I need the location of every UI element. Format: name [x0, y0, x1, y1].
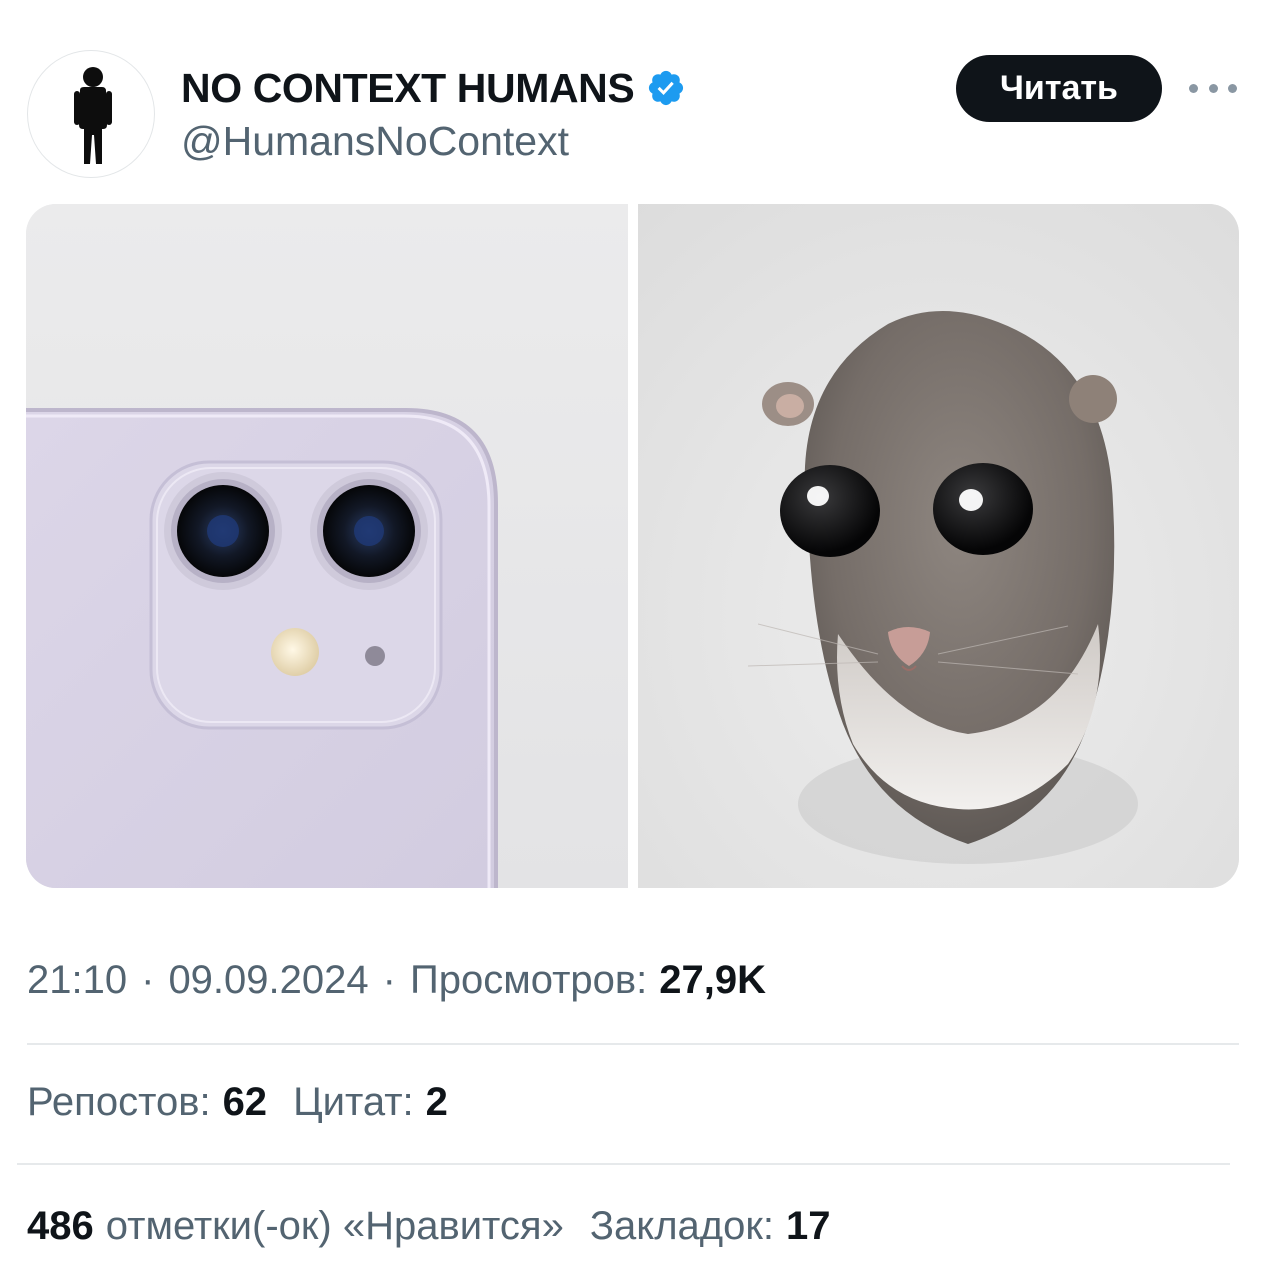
tweet-meta: 21:10 · 09.09.2024 · Просмотров: 27,9K	[27, 958, 766, 1003]
author-name-row: NO CONTEXT HUMANS	[181, 62, 686, 114]
separator-dot: ·	[382, 958, 396, 1002]
author-handle[interactable]: @HumansNoContext	[181, 118, 569, 165]
bookmarks-label: Закладок:	[589, 1204, 774, 1248]
stats-row-reposts: Репостов: 62 Цитат: 2	[27, 1080, 448, 1125]
quotes-stat[interactable]: Цитат: 2	[293, 1080, 448, 1125]
bookmarks-count: 17	[785, 1204, 831, 1248]
reposts-label: Репостов:	[27, 1080, 211, 1124]
avatar[interactable]	[27, 50, 155, 178]
likes-count: 486	[27, 1204, 94, 1248]
separator-dot: ·	[141, 958, 155, 1002]
tweet-media[interactable]	[26, 204, 1239, 888]
follow-button[interactable]: Читать	[956, 55, 1162, 122]
media-image-hamster[interactable]	[638, 204, 1239, 888]
verified-badge-icon[interactable]	[646, 68, 686, 108]
quotes-count: 2	[425, 1080, 448, 1124]
author-display-name[interactable]: NO CONTEXT HUMANS	[181, 65, 635, 112]
divider	[27, 1043, 1239, 1045]
reposts-stat[interactable]: Репостов: 62	[27, 1080, 267, 1125]
dot	[1228, 83, 1237, 93]
reposts-count: 62	[222, 1080, 268, 1124]
standing-person-icon	[74, 67, 112, 164]
dot	[1208, 83, 1218, 93]
views-value: 27,9K	[659, 958, 767, 1002]
tweet-time[interactable]: 21:10	[27, 958, 127, 1003]
divider	[17, 1163, 1230, 1165]
tweet-header: NO CONTEXT HUMANS @HumansNoContext Читат…	[0, 0, 1265, 190]
bookmarks-stat[interactable]: Закладок: 17	[590, 1204, 831, 1249]
quotes-label: Цитат:	[293, 1080, 414, 1124]
likes-stat[interactable]: 486 отметки(-ок) «Нравится»	[27, 1204, 564, 1249]
stats-row-likes: 486 отметки(-ок) «Нравится» Закладок: 17	[27, 1204, 830, 1249]
likes-label: отметки(-ок) «Нравится»	[105, 1204, 564, 1248]
tweet-date[interactable]: 09.09.2024	[168, 958, 368, 1003]
views-label: Просмотров:	[409, 958, 648, 1002]
media-image-phone[interactable]	[26, 204, 628, 888]
dot	[1189, 83, 1198, 93]
ellipsis-icon[interactable]	[1189, 72, 1237, 104]
